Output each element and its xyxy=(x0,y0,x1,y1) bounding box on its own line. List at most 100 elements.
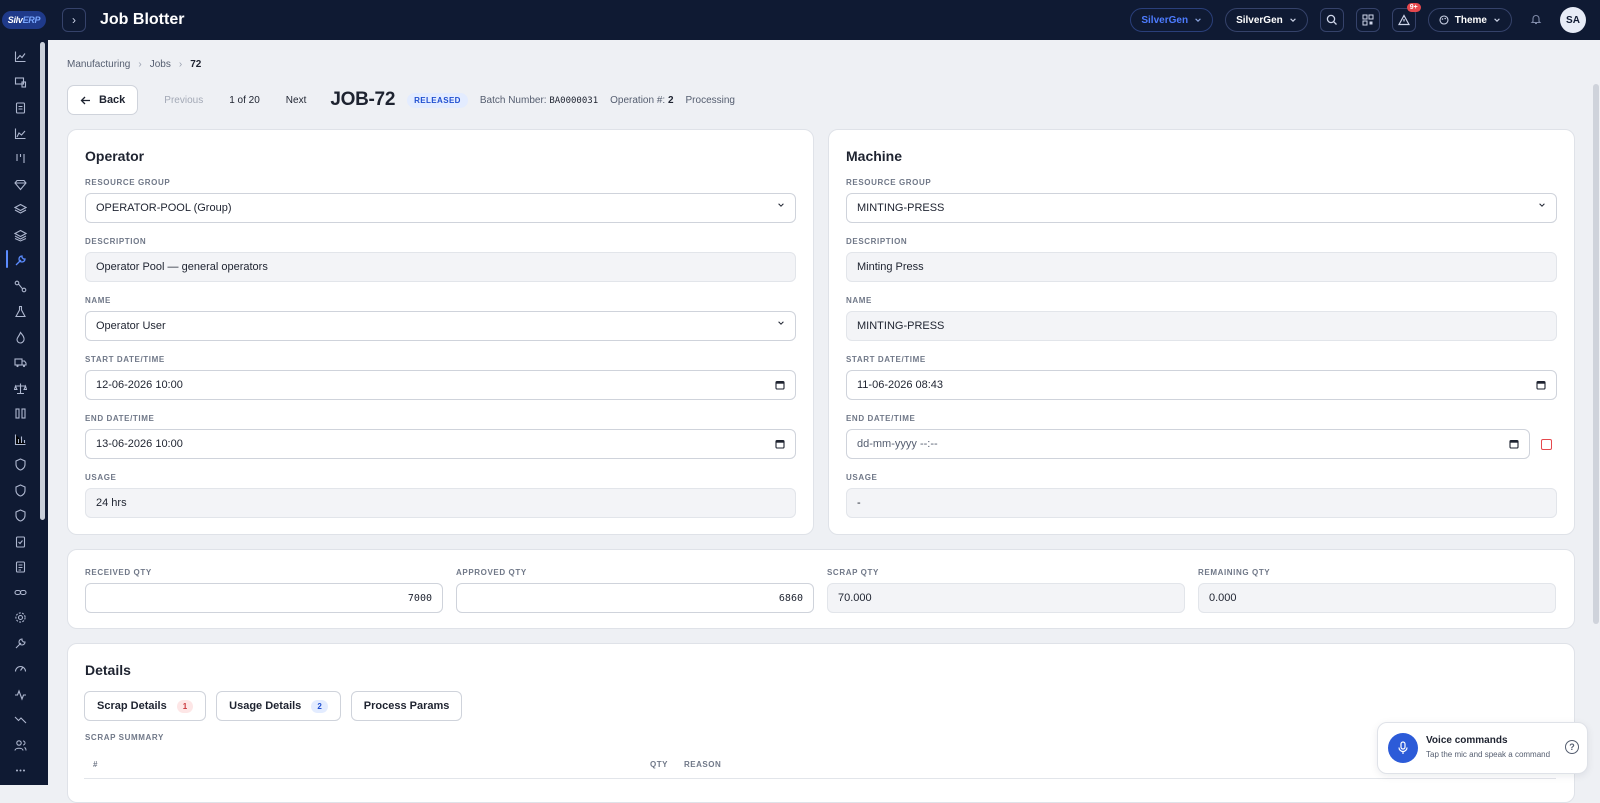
shield-icon xyxy=(14,457,26,471)
sidebar-item-users[interactable] xyxy=(12,737,28,753)
next-button[interactable]: Next xyxy=(286,95,307,106)
workspace-switcher[interactable]: SilverGen xyxy=(1225,8,1308,32)
machine-card: Machine RESOURCE GROUP MINTING-PRESS DES… xyxy=(828,129,1575,535)
truck-icon xyxy=(13,357,27,367)
help-icon[interactable]: ? xyxy=(1565,740,1579,754)
sidebar-item-gems[interactable] xyxy=(12,176,28,192)
previous-button[interactable]: Previous xyxy=(164,95,203,106)
machine-end-datetime-input[interactable]: dd-mm-yyyy --:-- xyxy=(846,429,1530,459)
chevron-down-icon xyxy=(778,203,784,207)
calendar-icon[interactable] xyxy=(1536,380,1546,390)
machine-start-value: 11-06-2026 08:43 xyxy=(857,379,944,391)
details-tabs: Scrap Details 1 Usage Details 2 Process … xyxy=(84,691,463,721)
shield-icon xyxy=(14,483,26,497)
sidebar-item-tools[interactable] xyxy=(12,635,28,651)
sidebar-item-shipping[interactable] xyxy=(12,354,28,370)
calendar-icon[interactable] xyxy=(775,380,785,390)
bars-icon xyxy=(14,407,26,419)
page-scrollbar-thumb[interactable] xyxy=(1593,84,1599,624)
company-switcher[interactable]: SilverGen xyxy=(1130,8,1214,32)
operator-start-datetime-input[interactable]: 12-06-2026 10:00 xyxy=(85,370,796,400)
operator-end-datetime-input[interactable]: 13-06-2026 10:00 xyxy=(85,429,796,459)
sidebar-item-trends[interactable] xyxy=(12,711,28,727)
sidebar-scrollbar[interactable] xyxy=(40,42,45,520)
operation-number-label: Operation #: xyxy=(610,94,666,106)
tab-usage-details[interactable]: Usage Details 2 xyxy=(216,691,341,721)
operator-end-label: END DATE/TIME xyxy=(85,414,155,423)
scrap-qty-value: 70.000 xyxy=(838,592,872,604)
sidebar-item-security-3[interactable] xyxy=(12,507,28,523)
sidebar-item-inventory[interactable] xyxy=(12,201,28,217)
sidebar-item-integrations[interactable] xyxy=(12,584,28,600)
search-button[interactable] xyxy=(1319,8,1344,32)
back-button[interactable]: Back xyxy=(67,85,139,115)
received-qty-input[interactable]: 7000 xyxy=(85,583,443,613)
sidebar xyxy=(0,40,48,785)
operator-description-field: Operator Pool — general operators xyxy=(85,252,796,282)
sidebar-item-orders[interactable] xyxy=(12,99,28,115)
sidebar-item-stock[interactable] xyxy=(12,227,28,243)
sidebar-item-activity[interactable] xyxy=(12,686,28,702)
machine-resource-group-select[interactable]: MINTING-PRESS xyxy=(846,193,1557,223)
sidebar-item-performance[interactable] xyxy=(12,660,28,676)
sidebar-item-refinery[interactable] xyxy=(12,329,28,345)
scrap-qty-field: 70.000 xyxy=(827,583,1185,613)
operator-name-select[interactable]: Operator User xyxy=(85,311,796,341)
palette-icon xyxy=(1439,15,1449,25)
chevron-down-icon xyxy=(1539,203,1545,207)
voice-commands-subtitle: Tap the mic and speak a command xyxy=(1426,750,1551,759)
page-scrollbar-track[interactable] xyxy=(1592,40,1600,785)
table-header-divider xyxy=(84,778,1556,779)
breadcrumb: Manufacturing › Jobs › 72 xyxy=(67,59,201,70)
sidebar-item-reports[interactable] xyxy=(12,431,28,447)
sidebar-item-compliance[interactable] xyxy=(12,380,28,396)
breadcrumb-jobs[interactable]: Jobs xyxy=(150,59,171,70)
breadcrumb-manufacturing[interactable]: Manufacturing xyxy=(67,59,130,70)
sidebar-item-analytics[interactable] xyxy=(12,125,28,141)
column-header-index: # xyxy=(93,760,98,769)
sidebar-item-bullion[interactable] xyxy=(12,405,28,421)
qr-scan-button[interactable] xyxy=(1355,8,1380,32)
theme-button[interactable]: Theme xyxy=(1427,8,1512,32)
sidebar-item-dashboard[interactable] xyxy=(12,48,28,64)
machine-end-label: END DATE/TIME xyxy=(846,414,916,423)
approved-qty-input[interactable]: 6860 xyxy=(456,583,814,613)
chevron-down-icon xyxy=(1494,18,1500,22)
clipboard-icon xyxy=(15,101,25,114)
sidebar-item-sales[interactable] xyxy=(12,74,28,90)
machine-end-clear-checkbox[interactable] xyxy=(1541,439,1552,450)
machine-usage-field: - xyxy=(846,488,1557,518)
calendar-icon[interactable] xyxy=(775,439,785,449)
sidebar-item-more[interactable] xyxy=(12,762,28,778)
logo[interactable]: Silv ERP xyxy=(0,0,48,40)
top-bar: Silv ERP › Job Blotter SilverGen SilverGe… xyxy=(0,0,1600,40)
operator-resource-group-select[interactable]: OPERATOR-POOL (Group) xyxy=(85,193,796,223)
sidebar-item-lab[interactable] xyxy=(12,303,28,319)
details-title: Details xyxy=(85,662,131,678)
tab-usage-details-count: 2 xyxy=(311,699,328,713)
sidebar-item-security-1[interactable] xyxy=(12,456,28,472)
mic-button[interactable] xyxy=(1388,733,1418,763)
notifications-button[interactable] xyxy=(1524,13,1548,28)
chevron-right-icon: › xyxy=(138,59,142,70)
search-icon xyxy=(1326,14,1337,25)
qr-code-icon xyxy=(1362,14,1374,26)
sidebar-item-routing[interactable] xyxy=(12,278,28,294)
user-avatar[interactable]: SA xyxy=(1560,7,1586,33)
sidebar-item-settings[interactable] xyxy=(12,609,28,625)
activity-icon xyxy=(14,688,26,701)
sidebar-item-tasks[interactable] xyxy=(12,533,28,549)
expand-sidebar-button[interactable]: › xyxy=(62,8,86,32)
machine-start-datetime-input[interactable]: 11-06-2026 08:43 xyxy=(846,370,1557,400)
tab-process-params[interactable]: Process Params xyxy=(350,691,463,721)
received-qty-value: 7000 xyxy=(407,592,432,604)
operator-resource-group-label: RESOURCE GROUP xyxy=(85,178,171,187)
tab-scrap-details[interactable]: Scrap Details 1 xyxy=(84,691,207,721)
sidebar-item-manufacturing[interactable] xyxy=(12,252,28,268)
sidebar-item-kanban[interactable] xyxy=(12,150,28,166)
calendar-icon[interactable] xyxy=(1509,439,1519,449)
sidebar-item-records[interactable] xyxy=(12,558,28,574)
machine-end-placeholder: dd-mm-yyyy --:-- xyxy=(857,438,938,450)
sidebar-item-security-2[interactable] xyxy=(12,482,28,498)
alerts-button[interactable]: 9+ xyxy=(1391,3,1421,32)
